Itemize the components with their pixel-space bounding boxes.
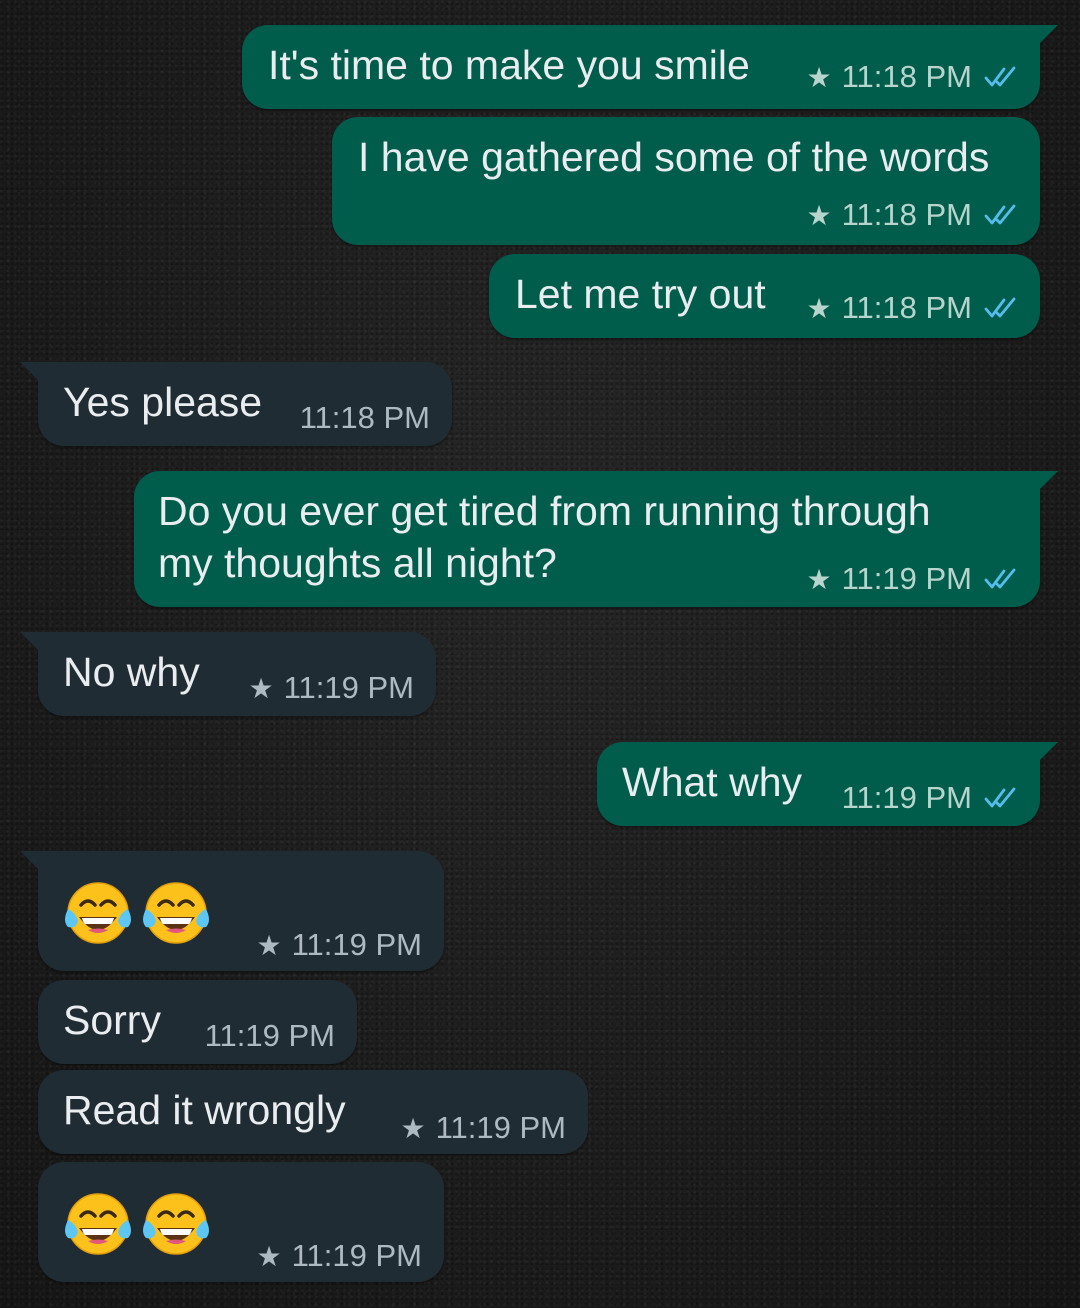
message-time: 11:19 PM [291, 927, 422, 962]
message-meta: 11:19 PM [205, 1018, 335, 1054]
message-bubble-outgoing[interactable]: Let me try out ★ 11:18 PM [489, 254, 1040, 338]
message-text: What why [622, 759, 802, 805]
message-bubble-incoming[interactable]: Read it wrongly ★ 11:19 PM [38, 1070, 588, 1154]
message-text: Sorry [63, 997, 161, 1043]
message-text-line-1: Do you ever get tired from running throu… [158, 488, 931, 534]
message-time: 11:19 PM [204, 1018, 335, 1053]
message-meta: ★ 11:19 PM [249, 670, 415, 706]
face-with-tears-of-joy-icon [140, 877, 212, 949]
message-meta: ★ 11:18 PM [807, 197, 1021, 233]
star-icon: ★ [806, 292, 832, 324]
message-time: 11:18 PM [841, 290, 972, 325]
message-bubble-incoming[interactable]: Yes please 11:18 PM [20, 362, 452, 446]
message-time: 11:19 PM [435, 1110, 566, 1145]
star-icon: ★ [806, 61, 832, 93]
star-icon: ★ [400, 1112, 426, 1144]
double-check-icon [984, 296, 1020, 320]
message-text: No why [63, 649, 200, 695]
double-check-icon [984, 203, 1020, 227]
star-icon: ★ [806, 563, 832, 595]
double-check-icon [984, 65, 1020, 89]
message-bubble-outgoing[interactable]: I have gathered some of the words ★ 11:1… [332, 117, 1040, 245]
message-bubble-outgoing[interactable]: It's time to make you smile ★ 11:18 PM [242, 25, 1058, 109]
message-bubble-incoming[interactable]: No why ★ 11:19 PM [20, 632, 436, 716]
face-with-tears-of-joy-icon [62, 877, 134, 949]
message-meta: ★ 11:18 PM [807, 290, 1021, 326]
face-with-tears-of-joy-icon [62, 1188, 134, 1260]
chat-conversation: It's time to make you smile ★ 11:18 PM I… [0, 0, 1080, 1308]
message-text: It's time to make you smile [268, 42, 750, 88]
star-icon: ★ [248, 672, 274, 704]
message-meta: ★ 11:19 PM [807, 561, 1021, 597]
face-with-tears-of-joy-icon [140, 1188, 212, 1260]
star-icon: ★ [256, 1240, 282, 1272]
message-time: 11:18 PM [841, 197, 972, 232]
message-time: 11:19 PM [841, 780, 972, 815]
message-bubble-outgoing[interactable]: Do you ever get tired from running throu… [134, 471, 1058, 607]
message-time: 11:19 PM [291, 1238, 422, 1273]
message-text: Yes please [63, 379, 263, 425]
message-meta: ★ 11:19 PM [257, 1238, 423, 1274]
message-meta: 11:18 PM [300, 400, 430, 436]
message-time: 11:18 PM [299, 400, 430, 435]
message-meta: ★ 11:19 PM [257, 927, 423, 963]
message-time: 11:18 PM [841, 59, 972, 94]
emoji-row [62, 1188, 212, 1260]
message-time: 11:19 PM [283, 670, 414, 705]
message-meta: ★ 11:19 PM [401, 1110, 567, 1146]
message-bubble-incoming[interactable]: ★ 11:19 PM [20, 851, 444, 971]
message-text: Read it wrongly [63, 1087, 346, 1133]
message-bubble-incoming[interactable]: Sorry 11:19 PM [38, 980, 357, 1064]
message-text: Let me try out [515, 271, 766, 317]
star-icon: ★ [256, 929, 282, 961]
message-meta: 11:19 PM [842, 780, 1020, 816]
message-text: I have gathered some of the words [358, 134, 990, 180]
message-text-line-2: my thoughts all night? [158, 540, 557, 586]
message-meta: ★ 11:18 PM [807, 59, 1021, 95]
message-bubble-incoming[interactable]: ★ 11:19 PM [38, 1162, 444, 1282]
message-bubble-outgoing[interactable]: What why 11:19 PM [597, 742, 1058, 826]
message-time: 11:19 PM [841, 561, 972, 596]
double-check-icon [984, 786, 1020, 810]
star-icon: ★ [806, 199, 832, 231]
emoji-row [62, 877, 212, 949]
double-check-icon [984, 567, 1020, 591]
